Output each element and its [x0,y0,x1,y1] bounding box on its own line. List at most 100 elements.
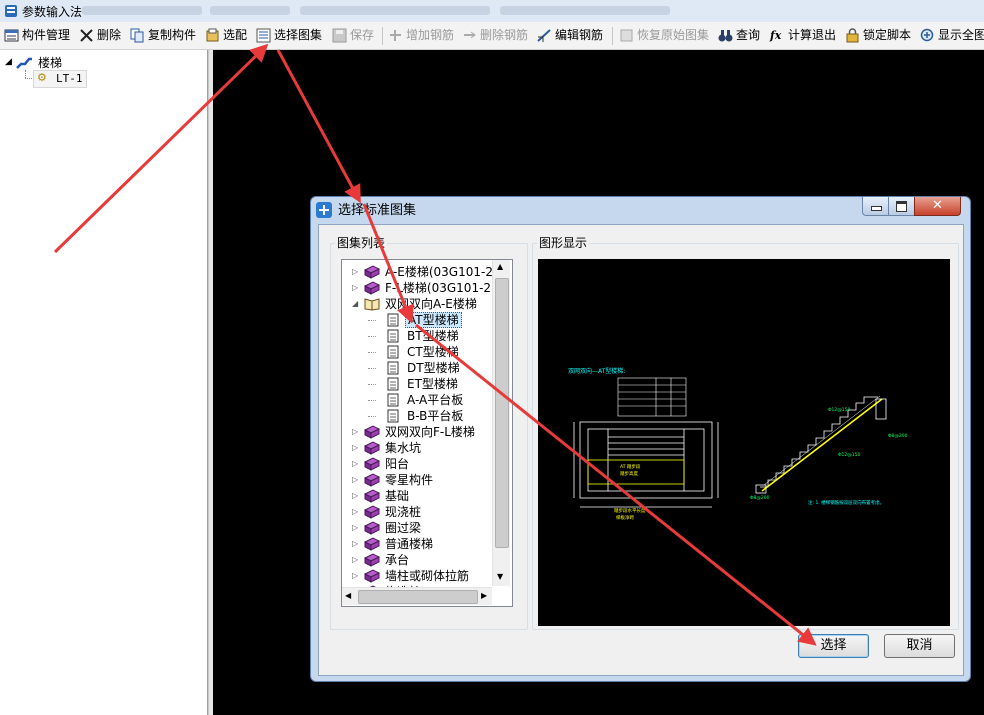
expand-arrow-icon[interactable]: ◢ [5,57,12,67]
main-toolbar: 构件管理 删除 复制构件 选配 选择图集 保存 增加钢筋 删除钢筋 编辑钢筋 恢… [0,22,984,50]
expand-arrow-icon[interactable]: ▷ [352,536,358,552]
atlas-tree-item-label: A-A平台板 [407,393,464,407]
atlas-tree-item-label: 零星构件 [385,473,434,487]
svg-text:踏步段水平长度: 踏步段水平长度 [614,507,646,514]
fx-icon: fx [770,29,782,42]
book-icon [364,441,380,455]
tree-item-lt1[interactable]: ⚙ LT-1 [33,70,87,88]
select-button[interactable]: 选择 [798,634,869,658]
cancel-button[interactable]: 取消 [884,634,955,658]
book-icon [364,569,380,583]
preview-canvas: 双网双向—AT型楼梯: AT 踏步段 踏步高度 踏步段水平长度 梯板净跨 Φ12… [538,259,950,626]
document-icon [387,329,399,343]
hscroll-thumb[interactable] [358,590,478,604]
delete-x-icon [80,29,93,42]
restore-icon [620,29,633,42]
svg-text:Φ8@200: Φ8@200 [750,495,770,501]
maximize-button[interactable] [888,197,915,216]
scroll-down-icon[interactable]: ▼ [497,572,503,581]
atlas-tree-item-label: AT型楼梯 [405,312,462,328]
gear-icon: ⚙ [37,71,47,84]
atlas-tree-item-label: A-E楼梯(03G101-2) [385,265,498,279]
stair-drawing: 双网双向—AT型楼梯: AT 踏步段踏步高度 踏步段水平长度梯板净跨 Φ12@1… [568,367,908,521]
expand-arrow-icon[interactable]: ▷ [352,456,358,472]
scroll-right-icon[interactable]: ▶ [481,591,487,600]
dialog-app-icon [316,202,332,218]
expand-arrow-icon[interactable]: ▷ [352,264,358,280]
atlas-tree-item-label: 双网双向F-L楼梯 [385,425,475,439]
close-icon: ✕ [932,198,943,213]
minimize-icon [871,206,882,211]
svg-text:Φ12@150: Φ12@150 [828,407,850,413]
book-icon [364,521,380,535]
svg-text:AT 踏步段: AT 踏步段 [620,463,641,470]
svg-text:Φ12@150: Φ12@150 [838,452,860,458]
atlas-tree-item-label: 集水坑 [385,441,422,455]
book-icon [364,473,380,487]
atlas-list-label: 图集列表 [335,236,388,251]
atlas-tree-item-label: ET型楼梯 [407,377,458,391]
book-icon [364,281,380,295]
expand-arrow-icon[interactable]: ▷ [352,440,358,456]
scroll-thumb[interactable] [495,278,509,548]
svg-text:Φ8@200: Φ8@200 [888,433,908,439]
atlas-tree-item-label: 双网双向A-E楼梯 [385,297,477,311]
expand-arrow-icon[interactable]: ▷ [352,424,358,440]
preview-label: 图形显示 [537,236,590,251]
select-match-icon [206,28,219,42]
atlas-tree[interactable]: ▷ A-E楼梯(03G101-2) ▷ F-L楼梯(03G101-2) ◢ 双网双向A-E… [341,259,513,607]
book-icon [364,537,380,551]
expand-arrow-icon[interactable]: ▷ [352,280,358,296]
expand-arrow-icon[interactable]: ▷ [352,472,358,488]
expand-arrow-icon[interactable]: ▷ [352,552,358,568]
component-tree-panel: ◢ 楼梯 ⚙ LT-1 [0,50,208,715]
atlas-tree-item-label: 墙柱或砌体拉筋 [385,569,470,583]
close-button[interactable]: ✕ [914,197,961,216]
svg-text:梯板净跨: 梯板净跨 [616,514,634,521]
delete-rebar-icon [464,31,476,39]
book-icon [364,457,380,471]
lock-icon [846,28,859,43]
maximize-icon [896,201,907,212]
document-icon [387,393,399,407]
scroll-left-icon[interactable]: ◀ [345,591,351,600]
atlas-tree-item-label: BT型楼梯 [407,329,459,343]
stairs-icon [16,57,32,69]
expand-arrow-icon[interactable]: ▷ [352,520,358,536]
dialog-title: 选择标准图集 [338,203,417,218]
select-atlas-dialog: 选择标准图集 ✕ 图集列表 ▷ A-E楼梯(03G101-2) ▷ F-L楼梯(03G… [310,196,971,682]
atlas-tree-item-label: F-L楼梯(03G101-2) [385,281,496,295]
book-icon [364,265,380,279]
atlas-tree-item-label: 基础 [385,489,410,503]
atlas-tree-item-label: 普通楼梯 [385,537,434,551]
open-book-icon [364,298,380,311]
dialog-client-area: 图集列表 ▷ A-E楼梯(03G101-2) ▷ F-L楼梯(03G101-2) ◢ 双网… [318,224,964,676]
tree-root-label[interactable]: 楼梯 [38,54,62,71]
tree-vertical-scrollbar[interactable]: ▲ ▼ [492,260,510,586]
preview-heading: 双网双向—AT型楼梯: [568,367,625,375]
book-icon [364,553,380,567]
add-rebar-icon [390,30,401,41]
document-icon [387,409,399,423]
atlas-tree-item-label: B-B平台板 [407,409,464,423]
atlas-tree-item-label: DT型楼梯 [407,361,460,375]
expand-arrow-icon[interactable]: ▷ [352,568,358,584]
expand-arrow-icon[interactable]: ▷ [352,488,358,504]
atlas-tree-item-label: 阳台 [385,457,410,471]
zoom-all-icon [920,28,934,42]
svg-text:踏步高度: 踏步高度 [620,470,638,477]
atlas-tree-item-label: 圈过梁 [385,521,422,535]
scroll-up-icon[interactable]: ▲ [497,262,503,271]
collapse-arrow-icon[interactable]: ◢ [352,296,358,312]
minimize-button[interactable] [862,197,889,216]
document-icon [387,361,399,375]
copy-icon [130,28,144,43]
expand-arrow-icon[interactable]: ▷ [352,504,358,520]
binoculars-icon [718,30,733,42]
book-icon [364,489,380,503]
atlas-tree-item-label: 承台 [385,553,410,567]
book-icon [364,425,380,439]
component-manager-icon [4,29,19,42]
tree-horizontal-scrollbar[interactable]: ◀ ▶ [342,587,492,605]
document-icon [387,377,399,391]
